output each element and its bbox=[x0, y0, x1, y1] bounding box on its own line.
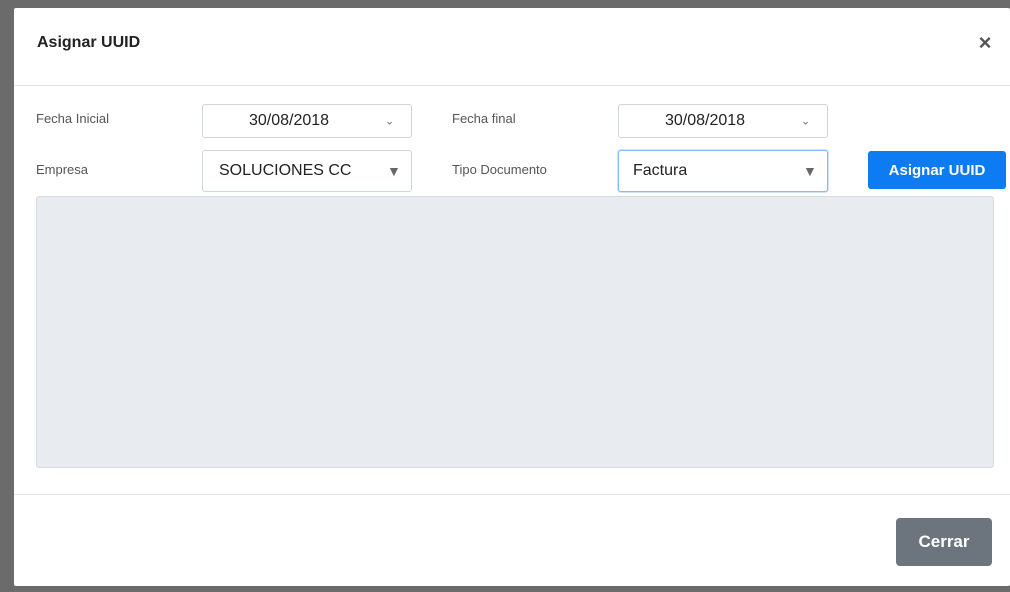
results-panel bbox=[36, 196, 994, 468]
triangle-down-icon: ▼ bbox=[387, 163, 401, 179]
empresa-label: Empresa bbox=[36, 162, 89, 177]
empresa-select[interactable]: SOLUCIONES CC ▼ bbox=[202, 150, 412, 192]
fecha-inicial-input[interactable]: 30/08/2018 ⌄ bbox=[202, 104, 412, 138]
fecha-final-value: 30/08/2018 bbox=[665, 112, 746, 129]
fecha-final-label: Fecha final bbox=[452, 111, 516, 126]
chevron-down-icon: ⌄ bbox=[385, 115, 395, 128]
fecha-inicial-label: Fecha Inicial bbox=[36, 111, 109, 126]
fecha-final-input[interactable]: 30/08/2018 ⌄ bbox=[618, 104, 828, 138]
tipo-documento-select[interactable]: Factura ▼ bbox=[618, 150, 828, 192]
footer-divider bbox=[14, 494, 1010, 495]
triangle-down-icon: ▼ bbox=[803, 163, 817, 179]
chevron-down-icon: ⌄ bbox=[801, 115, 811, 128]
tipo-documento-value: Factura bbox=[633, 162, 688, 179]
fecha-inicial-value: 30/08/2018 bbox=[249, 112, 330, 129]
empresa-value: SOLUCIONES CC bbox=[219, 162, 352, 179]
asignar-uuid-button[interactable]: Asignar UUID bbox=[868, 151, 1006, 189]
cerrar-button[interactable]: Cerrar bbox=[896, 518, 992, 566]
modal-header: Asignar UUID × bbox=[14, 8, 1010, 86]
modal-title: Asignar UUID bbox=[37, 34, 141, 51]
asignar-uuid-modal: Asignar UUID × Fecha Inicial 30/08/2018 … bbox=[14, 8, 1010, 586]
close-icon[interactable]: × bbox=[974, 30, 996, 56]
tipo-documento-label: Tipo Documento bbox=[452, 162, 547, 177]
